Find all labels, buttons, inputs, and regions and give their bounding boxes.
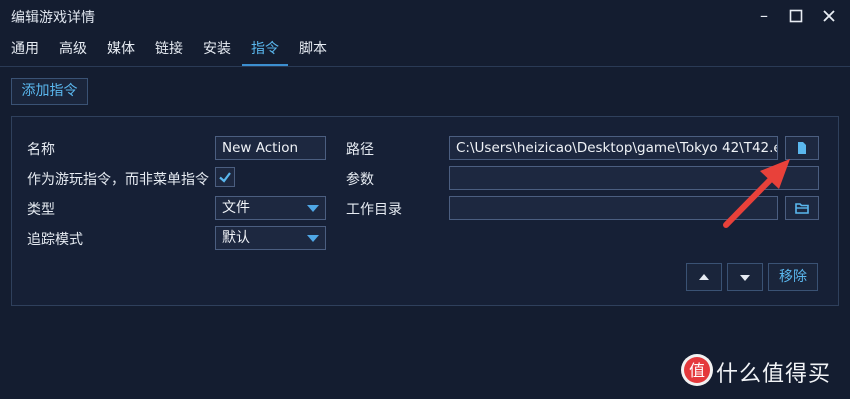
- browse-folder-button[interactable]: [785, 196, 819, 220]
- working-dir-field[interactable]: [449, 196, 778, 220]
- tab-links[interactable]: 链接: [155, 36, 183, 66]
- add-action-button[interactable]: 添加指令: [11, 78, 88, 105]
- type-select-value: 文件: [222, 200, 250, 216]
- tracking-mode-label: 追踪模式: [27, 232, 83, 248]
- path-label: 路径: [346, 142, 374, 158]
- tab-bar: 通用 高级 媒体 链接 安装 指令 脚本: [0, 36, 850, 66]
- watermark-logo-icon: 值: [681, 354, 713, 386]
- tracking-mode-value: 默认: [222, 230, 250, 246]
- title-bar: 编辑游戏详情 –: [0, 0, 850, 32]
- remove-button[interactable]: 移除: [768, 263, 818, 291]
- move-up-button[interactable]: [686, 263, 722, 291]
- tab-actions[interactable]: 指令: [251, 36, 279, 66]
- chevron-down-icon: [307, 235, 319, 242]
- path-field[interactable]: C:\Users\heizicao\Desktop\game\Tokyo 42\…: [449, 136, 778, 160]
- working-dir-label: 工作目录: [346, 202, 402, 218]
- checkmark-icon: [219, 172, 231, 183]
- tracking-mode-select[interactable]: 默认: [215, 226, 326, 250]
- chevron-down-icon: [307, 205, 319, 212]
- tab-general[interactable]: 通用: [11, 36, 39, 66]
- maximize-icon[interactable]: [784, 4, 808, 28]
- watermark-badge: 值: [689, 361, 705, 380]
- tab-divider: [0, 66, 850, 67]
- play-action-checkbox[interactable]: [215, 167, 235, 187]
- arrow-up-icon: [699, 274, 709, 280]
- file-icon: [798, 142, 806, 154]
- tab-media[interactable]: 媒体: [107, 36, 135, 66]
- tab-advanced[interactable]: 高级: [59, 36, 87, 66]
- minimize-icon[interactable]: –: [752, 4, 776, 28]
- arrow-down-icon: [740, 275, 750, 281]
- name-label: 名称: [27, 142, 55, 158]
- browse-file-button[interactable]: [785, 136, 819, 160]
- type-select[interactable]: 文件: [215, 196, 326, 220]
- type-label: 类型: [27, 202, 55, 218]
- watermark-text: 什么值得买: [716, 362, 832, 387]
- name-field[interactable]: New Action: [215, 136, 326, 160]
- arguments-field[interactable]: [449, 166, 819, 190]
- tab-installation[interactable]: 安装: [203, 36, 231, 66]
- arguments-label: 参数: [346, 172, 374, 188]
- window-title: 编辑游戏详情: [11, 10, 95, 26]
- play-action-label: 作为游玩指令，而非菜单指令: [27, 172, 209, 188]
- close-icon[interactable]: [817, 4, 841, 28]
- folder-icon: [795, 203, 809, 214]
- move-down-button[interactable]: [727, 263, 763, 291]
- tab-scripts[interactable]: 脚本: [299, 36, 327, 66]
